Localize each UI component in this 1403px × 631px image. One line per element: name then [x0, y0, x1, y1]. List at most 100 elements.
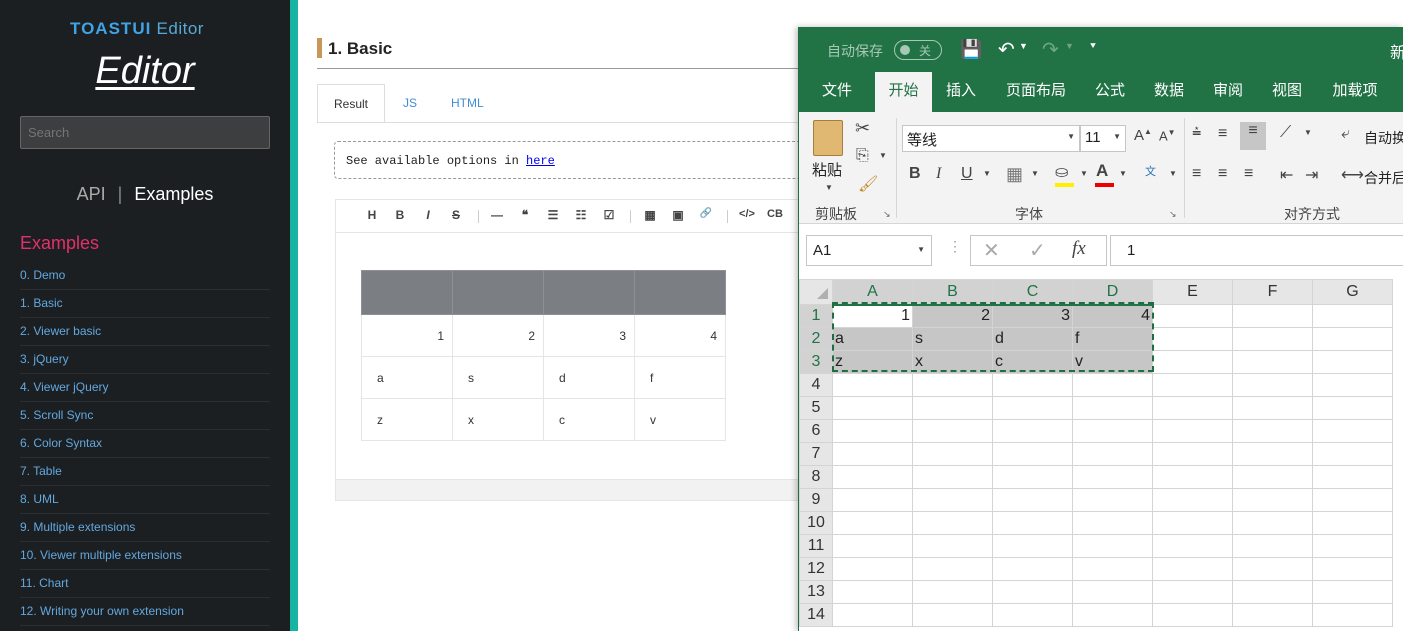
column-header[interactable]: E [1152, 279, 1233, 305]
merge-label[interactable]: 合并后 [1364, 168, 1403, 188]
enter-icon[interactable]: ✓ [1029, 238, 1046, 263]
name-box[interactable]: A1 ▼ [806, 235, 932, 266]
cell[interactable] [1152, 373, 1233, 397]
cell[interactable] [1232, 488, 1313, 512]
row-header[interactable]: 6 [799, 419, 833, 443]
fill-dropdown-icon[interactable]: ▼ [1080, 169, 1088, 178]
ordered-list-icon[interactable]: ☷ [572, 208, 590, 222]
ribbon-tab-review[interactable]: 审阅 [1202, 72, 1254, 112]
border-dropdown-icon[interactable]: ▼ [1031, 169, 1039, 178]
table-cell[interactable]: 1 [361, 314, 453, 357]
cell[interactable] [912, 557, 993, 581]
cell[interactable] [832, 373, 913, 397]
cell[interactable] [912, 580, 993, 604]
insert-function-icon[interactable]: fx [1072, 238, 1086, 260]
cell[interactable] [992, 465, 1073, 489]
cell[interactable]: z [832, 350, 913, 374]
format-painter-icon[interactable]: 🖌 [858, 174, 878, 194]
cell[interactable] [1232, 396, 1313, 420]
nav-item-scroll-sync[interactable]: 5. Scroll Sync [20, 402, 270, 430]
cell[interactable] [912, 465, 993, 489]
cell[interactable] [912, 511, 993, 535]
cell[interactable] [1072, 511, 1153, 535]
heading-icon[interactable]: H [363, 208, 381, 222]
font-size-select[interactable]: 11 ▼ [1080, 125, 1126, 152]
nav-item-own-extension[interactable]: 12. Writing your own extension [20, 598, 270, 626]
cell[interactable] [1152, 419, 1233, 443]
table-cell[interactable]: x [452, 398, 544, 441]
row-header[interactable]: 8 [799, 465, 833, 489]
cell[interactable] [992, 442, 1073, 466]
code-icon[interactable]: </> [736, 208, 758, 220]
nav-api-link[interactable]: API [77, 184, 106, 204]
cell[interactable] [1152, 350, 1233, 374]
cell[interactable] [1312, 488, 1393, 512]
cell[interactable] [912, 419, 993, 443]
cell[interactable] [992, 511, 1073, 535]
column-header[interactable]: D [1072, 279, 1153, 306]
nav-item-viewer-basic[interactable]: 2. Viewer basic [20, 318, 270, 346]
cell[interactable] [1312, 327, 1393, 351]
table-header-cell[interactable] [634, 270, 726, 315]
cell[interactable] [832, 603, 913, 627]
cell[interactable] [992, 373, 1073, 397]
copy-icon[interactable]: ⎘ [856, 147, 869, 165]
task-list-icon[interactable]: ☑ [600, 208, 618, 222]
cell[interactable]: c [992, 350, 1073, 374]
row-header[interactable]: 14 [799, 603, 833, 627]
bullet-list-icon[interactable]: ☰ [544, 208, 562, 222]
code-block-icon[interactable]: CB [764, 208, 786, 220]
underline-icon[interactable]: U [961, 165, 973, 183]
cell[interactable] [832, 419, 913, 443]
nav-examples-link[interactable]: Examples [134, 184, 213, 204]
cell[interactable] [1312, 419, 1393, 443]
cell[interactable] [1152, 465, 1233, 489]
cell[interactable] [832, 488, 913, 512]
cell[interactable] [1072, 488, 1153, 512]
row-header[interactable]: 10 [799, 511, 833, 535]
cell[interactable] [1072, 442, 1153, 466]
cell[interactable] [912, 442, 993, 466]
toast-ui-logo[interactable]: TOASTUI Editor [70, 19, 204, 39]
cell[interactable]: v [1072, 350, 1153, 374]
cell[interactable] [912, 373, 993, 397]
shrink-font-icon[interactable]: A▼ [1159, 128, 1176, 143]
options-link[interactable]: here [526, 154, 555, 168]
paste-label[interactable]: 粘贴 [812, 159, 842, 180]
formula-input[interactable]: 1 [1110, 235, 1403, 266]
cell[interactable] [912, 396, 993, 420]
cell[interactable] [1232, 465, 1313, 489]
nav-item-table[interactable]: 7. Table [20, 458, 270, 486]
cell[interactable] [1152, 442, 1233, 466]
font-color-icon[interactable]: A [1095, 161, 1114, 187]
cell[interactable] [992, 396, 1073, 420]
table-cell[interactable]: d [543, 356, 635, 399]
wysiwyg-table[interactable]: 1 2 3 4 a s d f z x c v [361, 270, 726, 441]
ribbon-tab-insert[interactable]: 插入 [935, 72, 987, 112]
cell[interactable] [1312, 534, 1393, 558]
cell[interactable] [1152, 603, 1233, 627]
nav-item-viewer-multiple-extensions[interactable]: 10. Viewer multiple extensions [20, 542, 270, 570]
align-middle-icon[interactable]: ≡ [1218, 125, 1227, 143]
table-cell[interactable]: a [361, 356, 453, 399]
cell[interactable] [1152, 327, 1233, 351]
ribbon-tab-home[interactable]: 开始 [875, 72, 932, 112]
grow-font-icon[interactable]: A▲ [1134, 127, 1152, 144]
cell[interactable] [1232, 603, 1313, 627]
phonetic-icon[interactable]: 文 [1145, 163, 1156, 179]
cell[interactable] [1232, 327, 1313, 351]
cell[interactable]: s [912, 327, 993, 351]
row-header[interactable]: 4 [799, 373, 833, 397]
table-header-cell[interactable] [452, 270, 544, 315]
cell[interactable] [992, 557, 1073, 581]
nav-item-uml[interactable]: 8. UML [20, 486, 270, 514]
align-center-icon[interactable]: ≡ [1218, 165, 1227, 183]
cell[interactable] [912, 603, 993, 627]
nav-item-jquery[interactable]: 3. jQuery [20, 346, 270, 374]
nav-item-demo[interactable]: 0. Demo [20, 262, 270, 290]
select-all-corner[interactable] [799, 279, 833, 305]
phonetic-dropdown-icon[interactable]: ▼ [1169, 169, 1177, 178]
cell[interactable] [1312, 603, 1393, 627]
column-header[interactable]: G [1312, 279, 1393, 305]
cell[interactable] [1312, 350, 1393, 374]
